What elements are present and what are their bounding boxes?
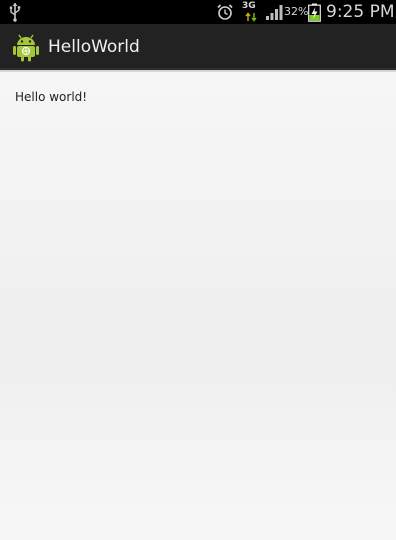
alarm-icon <box>217 4 233 20</box>
network-type-label: 3G <box>242 1 256 11</box>
network-3g-icon: 3G <box>242 1 260 23</box>
battery-charging-icon <box>308 3 321 22</box>
app-title: HelloWorld <box>48 37 140 57</box>
signal-icon <box>266 5 283 20</box>
status-bar: 3G 32% 9:25 PM <box>0 0 396 24</box>
activity-content: Hello world! <box>0 72 396 540</box>
device-screen: 3G 32% 9:25 PM HelloWorld Hello world! <box>0 0 396 540</box>
android-icon[interactable] <box>12 32 40 62</box>
data-activity-icon <box>245 12 257 22</box>
action-bar: HelloWorld <box>0 24 396 70</box>
hello-world-text: Hello world! <box>15 90 88 104</box>
status-clock: 9:25 PM <box>326 2 395 22</box>
battery-percent: 32% <box>284 5 309 18</box>
usb-icon <box>9 3 21 22</box>
